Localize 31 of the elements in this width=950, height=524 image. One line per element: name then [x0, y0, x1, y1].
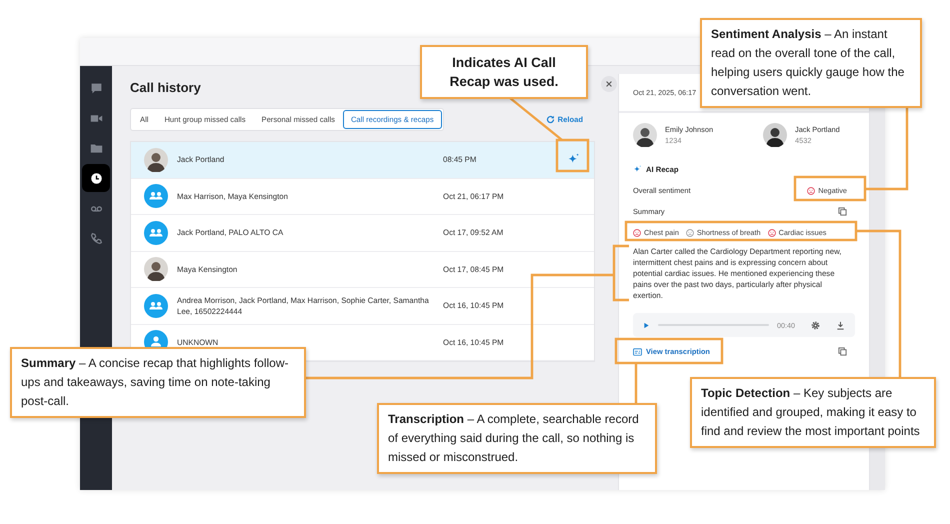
sparkle-icon: [633, 165, 642, 174]
clock-icon: [90, 172, 102, 184]
avatar-icon: [144, 148, 168, 172]
page-title: Call history: [130, 80, 201, 95]
refresh-icon: [546, 115, 555, 124]
leader-line: [634, 363, 638, 403]
play-icon[interactable]: [643, 322, 650, 328]
chat-icon: [90, 82, 102, 94]
group-avatar-icon: [144, 294, 168, 318]
highlight-frame: [556, 138, 590, 172]
callout: Indicates AI Call Recap was used.: [420, 45, 588, 99]
close-button[interactable]: [601, 76, 617, 92]
callout: Topic Detection – Key subjects are identified and grouped, making it easy to find and review the most important points: [690, 377, 936, 448]
close-icon: [605, 80, 613, 88]
copy-icon[interactable]: [838, 347, 847, 356]
callout: Transcription – A complete, searchable record of everything said during the call, so nothing is missed or misconstrued.: [377, 403, 657, 474]
copy-icon[interactable]: [838, 207, 847, 216]
callout: Summary – A concise recap that highlights follow-ups and takeaways, saving time on note-taking post-call.: [10, 347, 306, 418]
transcript-icon: [633, 348, 642, 356]
settings-icon[interactable]: [811, 320, 820, 330]
phone-icon: [90, 232, 102, 244]
nav-button[interactable]: [82, 164, 110, 192]
avatar-icon: [633, 123, 657, 147]
group-avatar-icon: [144, 220, 168, 245]
folder-icon: [90, 142, 102, 154]
avatar-icon: [144, 257, 168, 282]
avatar-icon: [763, 123, 787, 147]
download-icon[interactable]: [836, 320, 845, 330]
group-avatar-icon: [144, 184, 168, 208]
highlight-bracket: [612, 244, 629, 302]
callout: Sentiment Analysis – An instant read on the overall tone of the call, helping users quickly gauge how the conversation went.: [700, 18, 922, 108]
